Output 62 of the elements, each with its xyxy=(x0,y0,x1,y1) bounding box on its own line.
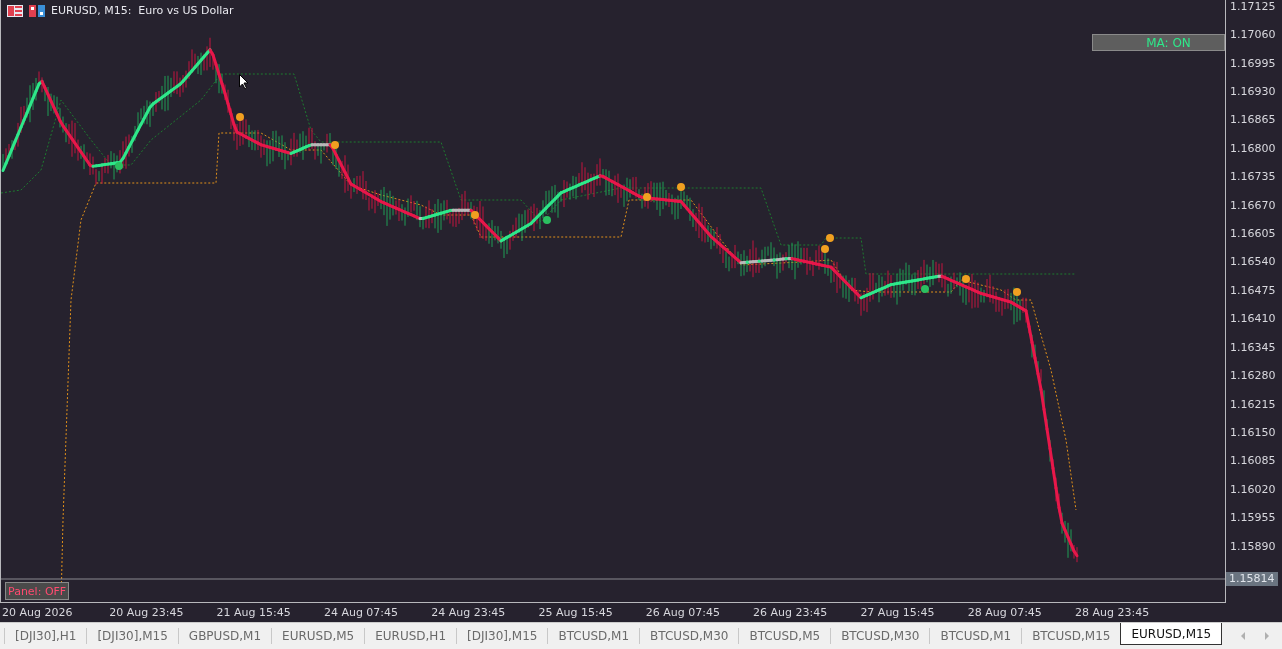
time-label: 21 Aug 15:45 xyxy=(216,606,292,619)
price-label: 1.16150 xyxy=(1230,424,1277,441)
price-label: 1.15890 xyxy=(1230,538,1277,555)
price-label: 1.15955 xyxy=(1230,510,1277,527)
signal-marker xyxy=(677,183,685,191)
signal-marker xyxy=(331,141,339,149)
signal-marker xyxy=(115,162,123,170)
chart-tab[interactable]: [DJI30],M15 xyxy=(86,628,178,644)
price-label: 1.16475 xyxy=(1230,282,1277,299)
time-label: 26 Aug 23:45 xyxy=(753,606,829,619)
panel-toggle-button[interactable]: Panel: OFF xyxy=(5,582,70,600)
time-label: 24 Aug 07:45 xyxy=(323,606,400,619)
window-icon[interactable] xyxy=(29,4,45,17)
chart-tab[interactable]: BTCUSD,M1 xyxy=(547,628,640,644)
price-label: 1.16540 xyxy=(1230,254,1277,271)
chart-tab[interactable]: [DJI30],H1 xyxy=(4,628,87,644)
signal-marker xyxy=(471,211,479,219)
signal-marker xyxy=(962,275,970,283)
price-label: 1.16735 xyxy=(1230,169,1277,186)
price-label: 1.16800 xyxy=(1230,140,1277,157)
price-label: 1.16995 xyxy=(1230,55,1277,72)
price-label: 1.16085 xyxy=(1230,453,1277,470)
time-label: 26 Aug 07:45 xyxy=(645,606,721,619)
price-label: 1.16410 xyxy=(1230,311,1277,328)
chart-tab[interactable]: EURUSD,M15 xyxy=(1120,623,1223,645)
signal-marker xyxy=(821,245,829,253)
time-label: 20 Aug 2026 xyxy=(2,606,74,619)
time-label: 28 Aug 07:45 xyxy=(967,606,1043,619)
chart-tab[interactable]: GBPUSD,M1 xyxy=(177,628,272,644)
ma-toggle-button[interactable]: MA: ON xyxy=(1092,34,1225,51)
price-label: 1.17125 xyxy=(1230,0,1277,15)
chart-tab[interactable]: [DJI30],M15 xyxy=(456,628,548,644)
time-label: 25 Aug 15:45 xyxy=(538,606,614,619)
time-label: 20 Aug 23:45 xyxy=(109,606,185,619)
chart-tab[interactable]: BTCUSD,M30 xyxy=(639,628,739,644)
price-label: 1.16280 xyxy=(1230,368,1277,385)
signal-marker xyxy=(643,193,651,201)
signal-marker xyxy=(1013,288,1021,296)
chart-tab[interactable]: BTCUSD,M5 xyxy=(738,628,831,644)
price-label: 1.16930 xyxy=(1230,84,1277,101)
chart-tab[interactable]: EURUSD,M5 xyxy=(271,628,365,644)
current-price-label: 1.15814 xyxy=(1226,572,1278,586)
signal-marker xyxy=(826,234,834,242)
price-label: 1.16605 xyxy=(1230,226,1277,243)
time-label: 24 Aug 23:45 xyxy=(431,606,507,619)
chart-tab[interactable]: EURUSD,H1 xyxy=(364,628,457,644)
price-label: 1.16670 xyxy=(1230,197,1277,214)
signal-marker xyxy=(543,216,551,224)
cursor-icon xyxy=(239,74,249,90)
signal-marker xyxy=(921,285,929,293)
signal-marker xyxy=(236,113,244,121)
price-label: 1.16215 xyxy=(1230,396,1277,413)
time-label: 27 Aug 15:45 xyxy=(860,606,936,619)
chart-title: EURUSD, M15: Euro vs US Dollar xyxy=(51,4,234,17)
price-label: 1.17060 xyxy=(1230,27,1277,44)
price-label: 1.16865 xyxy=(1230,112,1277,129)
price-label: 1.16345 xyxy=(1230,339,1277,356)
time-label: 28 Aug 23:45 xyxy=(1074,606,1151,619)
price-label: 1.16020 xyxy=(1230,481,1277,498)
table-icon[interactable] xyxy=(7,4,23,17)
chart-tab[interactable]: BTCUSD,M30 xyxy=(830,628,930,644)
chart-tab[interactable]: BTCUSD,M1 xyxy=(929,628,1022,644)
